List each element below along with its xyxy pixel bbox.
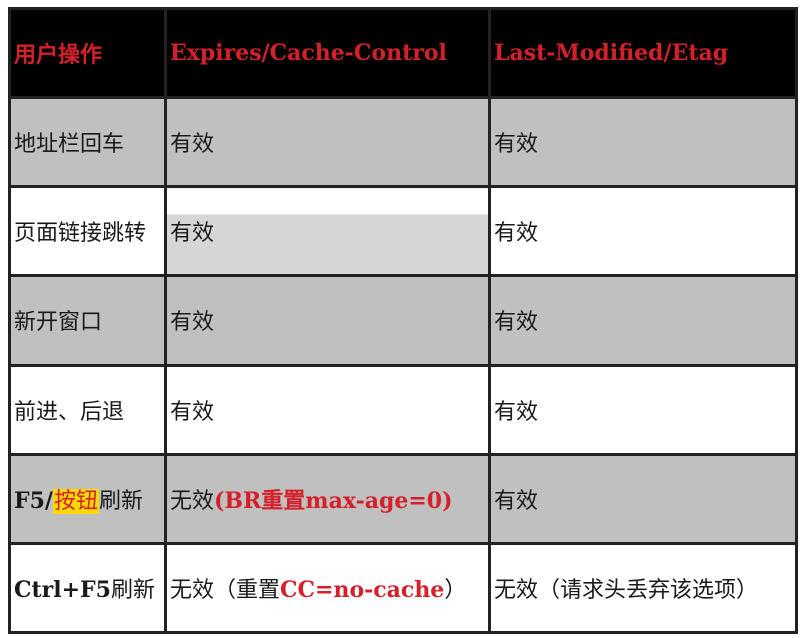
cell-operation: F5/按钮刷新 bbox=[8, 452, 167, 545]
cache-comparison-table: 用户操作 Expires/Cache-Control Last-Modified… bbox=[8, 6, 798, 635]
table-row: 新开窗口 有效 有效 bbox=[8, 274, 798, 367]
op-refresh-suffix: 刷新 bbox=[98, 488, 143, 514]
cell-expires: 有效 bbox=[164, 274, 491, 367]
cell-lastmod: 无效（请求头丢弃该选项） bbox=[488, 541, 798, 635]
cell-expires: 无效(BR重置max-age=0) bbox=[164, 452, 491, 545]
cell-operation: 页面链接跳转 bbox=[8, 185, 167, 278]
cell-expires: 有效 bbox=[164, 96, 491, 189]
expires-invalid-detail: CC=no-cache bbox=[280, 576, 445, 603]
cell-lastmod: 有效 bbox=[488, 96, 798, 189]
cell-lastmod: 有效 bbox=[488, 274, 798, 367]
op-ctrl-f5-prefix: Ctrl+F5 bbox=[14, 576, 111, 603]
cell-operation: 新开窗口 bbox=[8, 274, 167, 367]
cell-expires: 有效 bbox=[164, 185, 491, 278]
expires-invalid-close: ） bbox=[444, 577, 467, 603]
table-row: F5/按钮刷新 无效(BR重置max-age=0) 有效 bbox=[8, 452, 798, 545]
header-last-modified-etag: Last-Modified/Etag bbox=[488, 6, 798, 100]
cell-operation: Ctrl+F5刷新 bbox=[8, 541, 167, 635]
table-row: Ctrl+F5刷新 无效（重置CC=no-cache） 无效（请求头丢弃该选项） bbox=[8, 541, 798, 635]
cell-lastmod: 有效 bbox=[488, 363, 798, 456]
op-button-highlight: 按钮 bbox=[52, 488, 99, 514]
cell-lastmod: 有效 bbox=[488, 185, 798, 278]
cell-operation: 地址栏回车 bbox=[8, 96, 167, 189]
header-user-operation: 用户操作 bbox=[8, 6, 167, 100]
cell-expires: 有效 bbox=[164, 363, 491, 456]
table-header-row: 用户操作 Expires/Cache-Control Last-Modified… bbox=[8, 6, 798, 100]
cell-lastmod: 有效 bbox=[488, 452, 798, 545]
cell-operation: 前进、后退 bbox=[8, 363, 167, 456]
table-row: 地址栏回车 有效 有效 bbox=[8, 96, 798, 189]
table-row: 前进、后退 有效 有效 bbox=[8, 363, 798, 456]
header-expires-cache-control: Expires/Cache-Control bbox=[164, 6, 491, 100]
cache-comparison-table-wrapper: 用户操作 Expires/Cache-Control Last-Modified… bbox=[8, 6, 798, 635]
expires-invalid-label: 无效 bbox=[170, 488, 215, 514]
expires-invalid-label: 无效（重置 bbox=[170, 577, 281, 603]
expires-invalid-detail: (BR重置max-age=0) bbox=[214, 487, 453, 514]
op-refresh-suffix: 刷新 bbox=[110, 577, 155, 603]
cell-expires: 无效（重置CC=no-cache） bbox=[164, 541, 491, 635]
op-f5-prefix: F5/ bbox=[14, 487, 53, 514]
table-row: 页面链接跳转 有效 有效 bbox=[8, 185, 798, 278]
